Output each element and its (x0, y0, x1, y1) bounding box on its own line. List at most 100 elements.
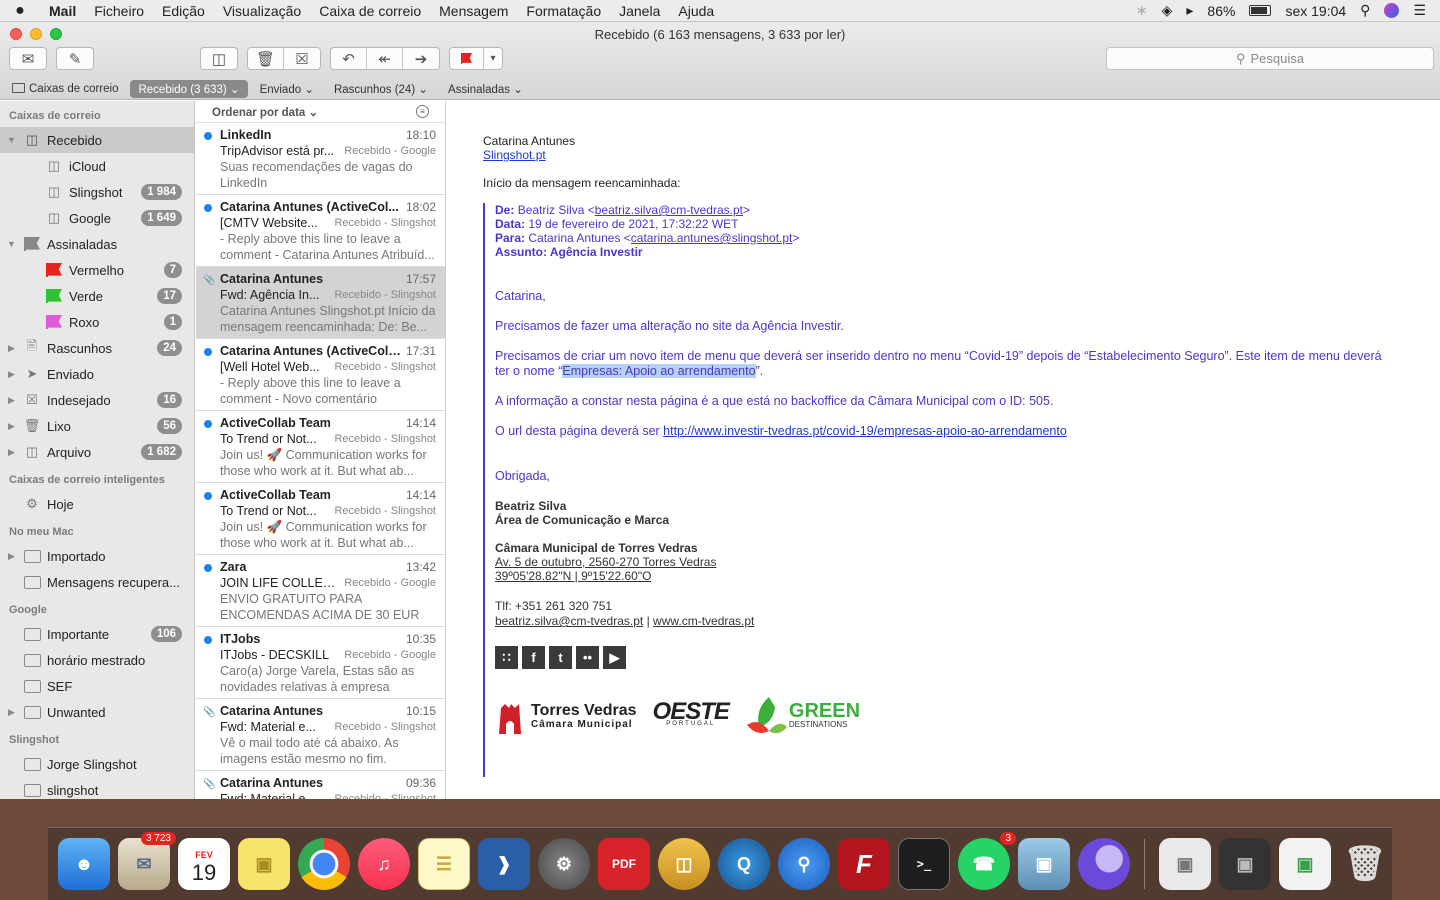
sidebar-item-purple[interactable]: Roxo 1 (0, 309, 194, 335)
sidebar-item-green[interactable]: Verde 17 (0, 283, 194, 309)
sidebar-item-horario[interactable]: horário mestrado (0, 647, 194, 673)
dock-sequel-pro[interactable]: ◫ (658, 838, 710, 890)
dock-recent-window-2[interactable]: ▣ (1219, 838, 1271, 890)
dock-mail[interactable]: ✉ 3 723 (118, 832, 176, 890)
page-url-link[interactable]: http://www.investir-tvedras.pt/covid-19/… (663, 424, 1067, 438)
sidebar-item-today[interactable]: ⚙ Hoje (0, 491, 194, 517)
menu-visualizacao[interactable]: Visualização (214, 3, 310, 19)
menu-app-name[interactable]: Mail (40, 3, 85, 19)
dock-tor-browser[interactable] (1078, 838, 1130, 890)
sidebar-item-important[interactable]: Importante 106 (0, 621, 194, 647)
rss-icon[interactable]: ∷ (495, 646, 518, 669)
message-row[interactable]: Catarina Antunes (ActiveColl... 17:31 [Wel… (196, 339, 445, 411)
search-field[interactable]: ⚲ Pesquisa (1106, 47, 1434, 70)
menu-mensagem[interactable]: Mensagem (430, 3, 517, 19)
message-row[interactable]: 📎 Catarina Antunes 17:57 Fwd: Agência In...… (196, 267, 445, 339)
message-row[interactable]: ActiveCollab Team 14:14 To Trend or Not...… (196, 483, 445, 555)
disclosure-closed-icon[interactable]: ▶ (6, 551, 17, 562)
dock-quicktime[interactable]: Q (718, 838, 770, 890)
dock-whatsapp[interactable]: ☎ 3 (958, 832, 1016, 890)
sidebar-item-red[interactable]: Vermelho 7 (0, 257, 194, 283)
disclosure-closed-icon[interactable]: ▶ (6, 343, 17, 354)
siri-icon[interactable] (1384, 3, 1400, 18)
sidebar-item-unwanted[interactable]: ▶ Unwanted (0, 699, 194, 725)
message-row[interactable]: ActiveCollab Team 14:14 To Trend or Not...… (196, 411, 445, 483)
menu-caixa-correio[interactable]: Caixa de correio (310, 3, 430, 19)
volume-icon[interactable]: ▸ (1186, 2, 1193, 19)
menu-ajuda[interactable]: Ajuda (669, 3, 723, 19)
message-row[interactable]: Catarina Antunes (ActiveCol... 18:02 [CMTV… (196, 195, 445, 267)
sidebar-item-jorge[interactable]: Jorge Slingshot (0, 751, 194, 777)
bluetooth-icon[interactable]: ∗ (1136, 2, 1148, 19)
dock-itunes[interactable]: ♫ (358, 838, 410, 890)
sidebar-item-recovered[interactable]: Mensagens recupera... (0, 569, 194, 595)
archive-button[interactable]: ◫ (200, 47, 238, 70)
sidebar-item-junk[interactable]: ▶ ☒ Indesejado 16 (0, 387, 194, 413)
menu-edicao[interactable]: Edição (153, 3, 214, 19)
dock-preview[interactable]: ▣ (1018, 838, 1070, 890)
message-row[interactable]: Zara 13:42 JOIN LIFE COLLEC... Recebido - G… (196, 555, 445, 627)
dock-finder[interactable]: ☻ (58, 838, 110, 890)
dock-terminal[interactable]: >_ (898, 838, 950, 890)
wifi-icon[interactable]: ◈ (1162, 2, 1173, 19)
dock-system-preferences[interactable]: ⚙ (538, 838, 590, 890)
apple-menu-icon[interactable]: ● (0, 2, 40, 20)
green-destinations-logo[interactable]: GREEN DESTINATIONS (745, 693, 860, 743)
sidebar-item-inbox[interactable]: ▼ ◫ Recebido (0, 127, 194, 153)
notification-center-icon[interactable]: ☰ (1413, 2, 1426, 19)
battery-icon[interactable] (1249, 5, 1272, 16)
sidebar-item-sef[interactable]: SEF (0, 673, 194, 699)
menu-ficheiro[interactable]: Ficheiro (85, 3, 153, 19)
flickr-icon[interactable]: •• (576, 646, 599, 669)
dock-trash[interactable]: 🗑 (1339, 838, 1391, 890)
signature-email-link[interactable]: beatriz.silva@cm-tvedras.pt (495, 614, 643, 628)
sidebar-item-archive[interactable]: ▶ ◫ Arquivo 1 682 (0, 439, 194, 465)
fav-inbox-button[interactable]: Recebido (3 633) ⌄ (130, 80, 248, 98)
reply-all-button[interactable]: ↞ (367, 48, 403, 69)
youtube-icon[interactable]: ▶ (603, 646, 626, 669)
dock-chrome[interactable] (298, 838, 350, 890)
dock-filezilla[interactable]: F (838, 838, 890, 890)
message-row[interactable]: ITJobs 10:35 ITJobs - DECSKILL Recebido - G… (196, 627, 445, 699)
sidebar-item-drafts[interactable]: ▶ 🖹 Rascunhos 24 (0, 335, 194, 361)
dock-vscode[interactable]: ❱ (478, 838, 530, 890)
dock-calendar[interactable]: FEV 19 (178, 838, 230, 890)
disclosure-closed-icon[interactable]: ▶ (6, 447, 17, 458)
message-row[interactable]: 📎 Catarina Antunes 10:15 Fwd: Material e...… (196, 699, 445, 771)
dock-stickies[interactable]: ▣ (238, 838, 290, 890)
filter-icon[interactable]: ≡ (416, 105, 429, 118)
disclosure-closed-icon[interactable]: ▶ (6, 395, 17, 406)
menu-formatacao[interactable]: Formatação (517, 3, 610, 19)
get-mail-button[interactable]: ✉ (9, 47, 47, 70)
fav-sent-button[interactable]: Enviado ⌄ (252, 80, 322, 98)
battery-percent[interactable]: 86% (1207, 3, 1235, 19)
fw-from-email-link[interactable]: beatriz.silva@cm-tvedras.pt (595, 203, 743, 217)
disclosure-open-icon[interactable]: ▼ (6, 135, 17, 145)
oeste-logo[interactable]: OESTE PORTUGAL (653, 700, 730, 730)
message-row[interactable]: LinkedIn 18:10 TripAdvisor está pr... Receb… (196, 123, 445, 195)
trash-button[interactable]: 🗑 (248, 48, 284, 69)
fav-drafts-button[interactable]: Rascunhos (24) ⌄ (326, 80, 436, 98)
dock-pdf-app[interactable]: PDF (598, 838, 650, 890)
message-row[interactable]: 📎 Catarina Antunes 09:36 Fwd: Material e...… (196, 771, 445, 799)
sidebar-item-flagged[interactable]: ▼ Assinaladas (0, 231, 194, 257)
sidebar-item-slingshot-folder[interactable]: slingshot (0, 777, 194, 799)
disclosure-closed-icon[interactable]: ▶ (6, 421, 17, 432)
signature-coordinates[interactable]: 39º05'28.82"N | 9º15'22.60"O (495, 569, 651, 583)
menu-janela[interactable]: Janela (610, 3, 669, 19)
fw-to-email-link[interactable]: catarina.antunes@slingshot.pt (631, 231, 793, 245)
disclosure-open-icon[interactable]: ▼ (6, 239, 17, 249)
reply-button[interactable]: ↶ (331, 48, 367, 69)
sender-site-link[interactable]: Slingshot.pt (483, 148, 680, 162)
sidebar-item-sent[interactable]: ▶ ➤ Enviado (0, 361, 194, 387)
disclosure-closed-icon[interactable]: ▶ (6, 707, 17, 718)
junk-button[interactable]: ☒ (284, 48, 320, 69)
torres-vedras-logo[interactable]: Torres Vedras Câmara Municipal (495, 700, 637, 736)
dock-recent-window-3[interactable]: ▣ (1279, 838, 1331, 890)
twitter-icon[interactable]: t (549, 646, 572, 669)
spotlight-icon[interactable]: ⚲ (1360, 2, 1370, 19)
dock-recent-window-1[interactable]: ▣ (1159, 838, 1211, 890)
flag-menu-button[interactable]: ▾ (484, 48, 502, 69)
clock[interactable]: sex 19:04 (1285, 3, 1346, 19)
fav-flagged-button[interactable]: Assinaladas ⌄ (440, 80, 531, 98)
